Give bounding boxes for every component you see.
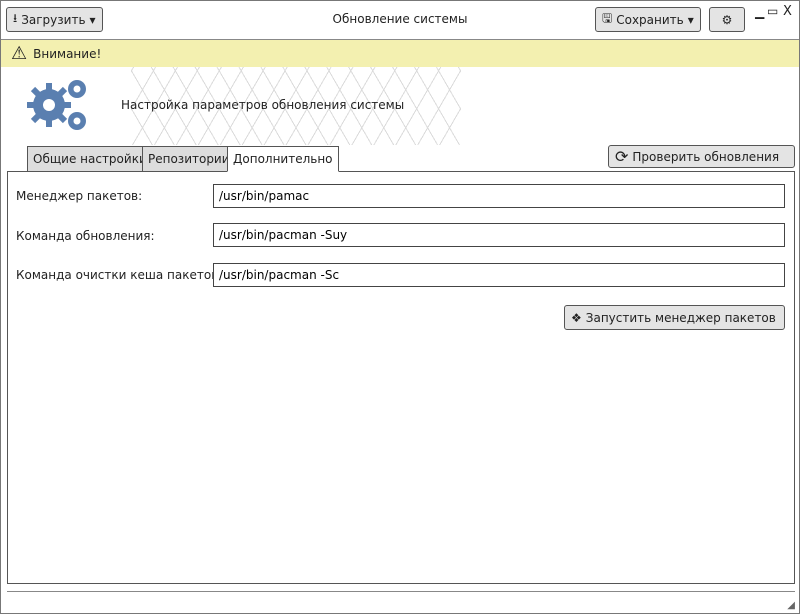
check-updates-button[interactable]: ⟳ Проверить обновления	[608, 145, 795, 168]
settings-button[interactable]: ⚙	[709, 7, 745, 32]
tab-general[interactable]: Общие настройки	[27, 146, 153, 172]
advanced-panel: Менеджер пакетов: Команда обновления: Ко…	[7, 171, 795, 584]
maximize-icon[interactable]: ▭	[767, 4, 778, 18]
gears-icon	[27, 80, 86, 130]
chevron-down-icon: ▾	[687, 12, 694, 27]
dropbox-icon: ❖	[571, 310, 582, 325]
tab-advanced[interactable]: Дополнительно	[227, 146, 339, 172]
resize-grip-icon[interactable]: ◢	[787, 600, 795, 611]
close-icon[interactable]: X	[783, 4, 792, 19]
update-command-label: Команда обновления:	[16, 229, 155, 243]
warning-icon: ⚠	[11, 43, 28, 64]
floppy-icon: 🖫	[602, 11, 613, 25]
header-title: Настройка параметров обновления системы	[121, 98, 405, 112]
package-manager-label: Менеджер пакетов:	[16, 189, 143, 203]
package-manager-input[interactable]	[213, 184, 785, 208]
save-button[interactable]: 🖫 Сохранить ▾	[595, 7, 701, 32]
gear-icon: ⚙	[721, 12, 733, 27]
update-command-input[interactable]	[213, 223, 785, 247]
run-package-manager-button[interactable]: ❖ Запустить менеджер пакетов	[564, 305, 785, 330]
clean-cache-input[interactable]	[213, 263, 785, 287]
main-window: ⭳ Загрузить ▾ Обновление системы 🖫 Сохранит…	[0, 0, 800, 614]
status-bar	[7, 591, 795, 609]
tab-repositories[interactable]: Репозитории	[142, 146, 236, 172]
clean-cache-label: Команда очистки кеша пакетов:	[16, 268, 223, 282]
refresh-icon: ⟳	[615, 147, 629, 166]
warning-bar: ⚠ Внимание!	[1, 39, 799, 67]
minimize-icon[interactable]: ▁	[755, 5, 764, 19]
